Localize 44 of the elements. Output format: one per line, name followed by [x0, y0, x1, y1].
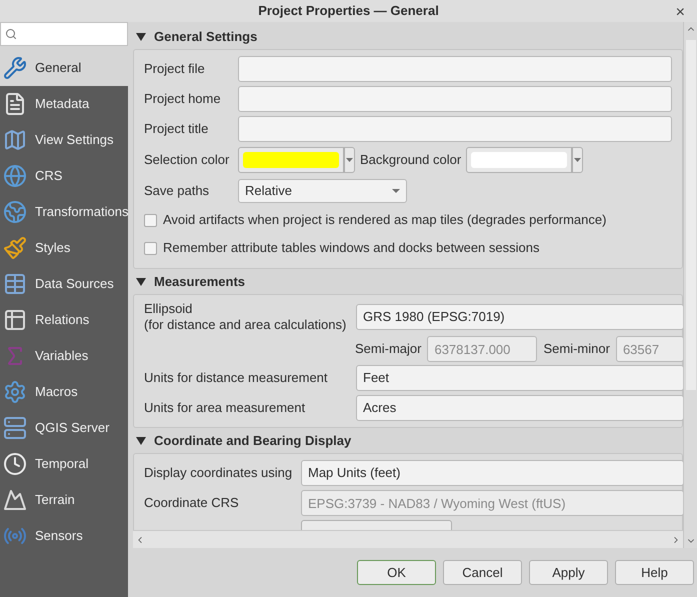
checkbox-label: Remember attribute tables windows and docks between sessions	[163, 239, 540, 258]
field-hint: (for distance and area calculations)	[144, 317, 348, 333]
checkbox-label: Avoid artifacts when project is rendered as map tiles (degrades performance)	[163, 211, 606, 230]
dialog-button[interactable]: Cancel	[443, 560, 522, 585]
section-header[interactable]: General Settings	[133, 25, 683, 49]
field-label: Project file	[144, 60, 206, 78]
dropdown[interactable]: Feet	[356, 365, 683, 391]
field-label: Units for area measurement	[144, 399, 306, 418]
sidebar-item[interactable]: Relations	[0, 302, 128, 338]
section-header[interactable]: Measurements	[133, 270, 683, 294]
field-label: Coordinate CRS	[144, 494, 240, 512]
dropdown[interactable]: Acres	[356, 395, 683, 421]
field-label: Semi-minor	[543, 340, 610, 358]
dialog-button[interactable]: Help	[615, 560, 694, 585]
close-button[interactable]: ×	[676, 1, 685, 25]
sidebar-item[interactable]: Variables	[0, 338, 128, 374]
sidebar-item[interactable]: Metadata	[0, 86, 128, 122]
field-label: Units for distance measurement	[144, 369, 329, 388]
field-label: Ellipsoid	[144, 301, 194, 317]
dropdown[interactable]: Relative	[238, 179, 407, 203]
sidebar-item[interactable]: QGIS Server	[0, 410, 128, 446]
sidebar-item[interactable]: General	[0, 50, 128, 86]
field-label: Background color	[360, 151, 462, 170]
field-label: Project home	[144, 90, 222, 108]
sidebar-item[interactable]: View Settings	[0, 122, 128, 158]
sidebar-item[interactable]: Macros	[0, 374, 128, 410]
sidebar-item[interactable]: Data Sources	[0, 266, 128, 302]
sidebar-item[interactable]: CRS	[0, 158, 128, 194]
window-title: Project Properties — General	[258, 2, 439, 20]
dropdown[interactable]: GRS 1980 (EPSG:7019)	[356, 304, 683, 330]
dropdown[interactable]: Map Units (feet)	[301, 460, 683, 486]
field-label: Selection color	[144, 151, 230, 170]
sidebar-item[interactable]: Transformations	[0, 194, 128, 230]
section-header[interactable]: Coordinate and Bearing Display	[133, 429, 683, 453]
sidebar-item[interactable]: Sensors	[0, 518, 128, 554]
sidebar-item[interactable]: Styles	[0, 230, 128, 266]
field-label: Display coordinates using	[144, 464, 294, 482]
sidebar-item[interactable]: Terrain	[0, 482, 128, 518]
field-label: Project title	[144, 120, 210, 138]
dialog-button[interactable]: OK	[357, 560, 436, 585]
sidebar-item[interactable]: Temporal	[0, 446, 128, 482]
field-label: Semi-major	[355, 340, 422, 358]
dialog-button[interactable]: Apply	[529, 560, 608, 585]
field-label: Save paths	[144, 182, 210, 200]
